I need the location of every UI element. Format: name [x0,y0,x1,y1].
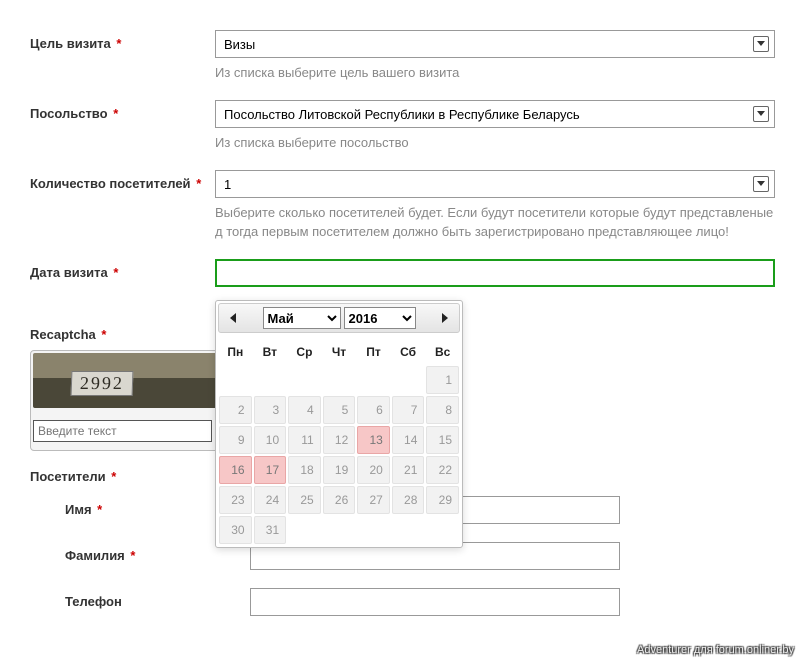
captcha-image-text: 2992 [71,371,134,396]
visitors-count-hint: Выберите сколько посетителей будет. Если… [215,204,775,240]
datepicker-day[interactable]: 9 [219,426,252,454]
datepicker-day[interactable]: 5 [323,396,356,424]
datepicker-month-select[interactable]: Май [263,307,341,329]
captcha-widget: 2992 ↻ 🔊 ❓ [30,350,231,451]
datepicker-empty [288,373,321,387]
phone-input[interactable] [250,588,620,616]
chevron-left-icon [229,313,237,323]
datepicker-day[interactable]: 28 [392,486,425,514]
datepicker-day[interactable]: 12 [323,426,356,454]
datepicker-empty [357,373,390,387]
datepicker-day-header: Пт [356,339,391,365]
datepicker-empty [254,373,287,387]
datepicker-day-header: Вс [425,339,460,365]
visitors-section-label: Посетители * [30,469,215,484]
visitors-count-label: Количество посетителей * [30,170,215,191]
visit-date-input[interactable] [215,259,775,287]
datepicker-day[interactable]: 26 [323,486,356,514]
captcha-input[interactable] [33,420,212,442]
datepicker-day[interactable]: 22 [426,456,459,484]
datepicker-day[interactable]: 3 [254,396,287,424]
chevron-right-icon [441,313,449,323]
visitors-count-select[interactable]: 1 [215,170,775,198]
datepicker-day[interactable]: 2 [219,396,252,424]
embassy-hint: Из списка выберите посольство [215,134,775,152]
datepicker-day[interactable]: 23 [219,486,252,514]
datepicker-day[interactable]: 10 [254,426,287,454]
datepicker-day[interactable]: 8 [426,396,459,424]
datepicker-day[interactable]: 24 [254,486,287,514]
first-name-label: Имя * [30,496,215,517]
visit-date-label: Дата визита * [30,259,215,280]
datepicker-day-header: Ср [287,339,322,365]
datepicker-empty [323,373,356,387]
purpose-select[interactable]: Визы [215,30,775,58]
datepicker-day[interactable]: 1 [426,366,459,394]
datepicker-day[interactable]: 25 [288,486,321,514]
last-name-label: Фамилия * [30,542,215,563]
purpose-hint: Из списка выберите цель вашего визита [215,64,775,82]
datepicker-day[interactable]: 4 [288,396,321,424]
datepicker-empty [323,523,356,537]
datepicker-day[interactable]: 6 [357,396,390,424]
datepicker-day-header: Сб [391,339,426,365]
datepicker-day[interactable]: 27 [357,486,390,514]
datepicker-empty [219,373,252,387]
datepicker-prev-button[interactable] [223,308,243,328]
datepicker-day[interactable]: 29 [426,486,459,514]
datepicker-day[interactable]: 19 [323,456,356,484]
embassy-select[interactable]: Посольство Литовской Республики в Респуб… [215,100,775,128]
datepicker-day[interactable]: 11 [288,426,321,454]
datepicker-day[interactable]: 21 [392,456,425,484]
watermark: Adventurer для forum.onliner.by [637,644,794,656]
datepicker-day[interactable]: 14 [392,426,425,454]
datepicker-day[interactable]: 20 [357,456,390,484]
captcha-image: 2992 [33,353,228,408]
datepicker-day-header: Пн [218,339,253,365]
datepicker-day[interactable]: 18 [288,456,321,484]
datepicker-day[interactable]: 7 [392,396,425,424]
datepicker-empty [392,523,425,537]
embassy-label: Посольство * [30,100,215,121]
recaptcha-label: Recaptcha * [30,327,215,342]
datepicker-empty [357,523,390,537]
datepicker-day[interactable]: 16 [219,456,252,484]
datepicker-day[interactable]: 30 [219,516,252,544]
datepicker-next-button[interactable] [435,308,455,328]
datepicker-day[interactable]: 13 [357,426,390,454]
datepicker-day-header: Вт [253,339,288,365]
datepicker-empty [392,373,425,387]
datepicker-day-header: Чт [322,339,357,365]
purpose-label: Цель визита * [30,30,215,51]
datepicker-day[interactable]: 15 [426,426,459,454]
datepicker-day[interactable]: 17 [254,456,287,484]
datepicker-year-select[interactable]: 2016 [344,307,416,329]
datepicker-empty [288,523,321,537]
phone-label: Телефон [30,588,215,609]
datepicker-empty [426,523,459,537]
datepicker-day[interactable]: 31 [254,516,287,544]
datepicker: Май 2016 ПнВтСрЧтПтСбВс 1234567891011121… [215,300,463,548]
